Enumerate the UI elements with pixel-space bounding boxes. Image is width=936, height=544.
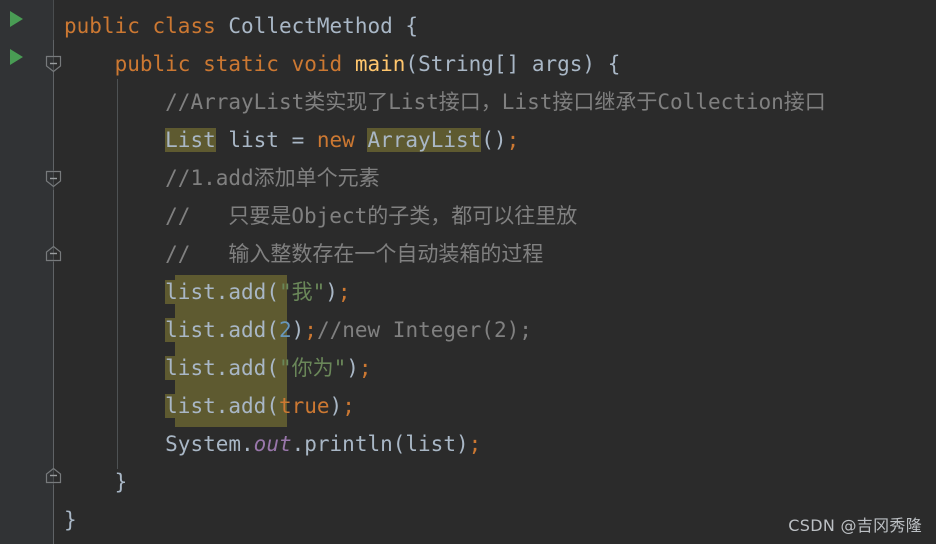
code-token: ): [329, 394, 343, 418]
code-line[interactable]: list.add("我");: [0, 273, 936, 311]
code-token: System.: [165, 432, 254, 456]
code-line[interactable]: list.add("你为");: [0, 349, 936, 387]
code-token: "我": [278, 280, 326, 304]
code-line[interactable]: List list = new ArrayList();: [0, 121, 936, 159]
code-line[interactable]: public static void main(String[] args) {: [0, 45, 936, 83]
code-token: ;: [304, 318, 317, 342]
code-token: public: [64, 14, 140, 38]
code-line[interactable]: //1.add添加单个元素: [0, 159, 936, 197]
code-token: out: [253, 432, 292, 456]
code-token: list.add: [165, 394, 267, 418]
code-token: //ArrayList类实现了List接口，List接口继承于Collectio…: [165, 90, 826, 114]
code-line[interactable]: System.out.println(list);: [0, 425, 936, 463]
code-token: true: [278, 394, 330, 418]
code-token: ;: [342, 394, 355, 418]
code-token: (: [266, 280, 279, 304]
code-token: "你为": [278, 356, 347, 380]
code-token: void: [291, 52, 343, 76]
code-token: CollectMethod: [228, 14, 393, 38]
code-content[interactable]: public class CollectMethod { public stat…: [0, 0, 936, 544]
code-token: {: [392, 14, 419, 38]
code-token: }: [64, 470, 128, 494]
code-token: (: [266, 356, 279, 380]
code-token: ;: [506, 128, 520, 152]
code-token: ;: [337, 280, 351, 304]
code-line[interactable]: //ArrayList类实现了List接口，List接口继承于Collectio…: [0, 83, 936, 121]
code-line[interactable]: public class CollectMethod {: [0, 7, 936, 45]
code-token: ArrayList: [367, 128, 482, 152]
code-token: }: [64, 508, 77, 532]
code-token: public: [114, 52, 191, 76]
code-token: new: [316, 128, 355, 152]
code-token: list.add: [165, 356, 267, 380]
code-line[interactable]: // 只要是Object的子类，都可以往里放: [0, 197, 936, 235]
code-token: (: [266, 318, 279, 342]
code-token: list.add: [165, 280, 267, 304]
code-token: // 输入整数存在一个自动装箱的过程: [165, 242, 544, 266]
code-token: (String[] args) {: [405, 52, 621, 76]
code-token: ): [346, 356, 359, 380]
code-token: 2: [278, 318, 292, 342]
code-token: list.add: [165, 318, 267, 342]
code-token: List: [165, 128, 216, 152]
code-token: ;: [468, 432, 482, 456]
code-token: ;: [358, 356, 372, 380]
code-line[interactable]: // 输入整数存在一个自动装箱的过程: [0, 235, 936, 273]
csdn-watermark: CSDN @吉冈秀隆: [788, 516, 922, 535]
code-token: (: [266, 394, 279, 418]
code-token: //new Integer(2);: [316, 318, 532, 342]
code-token: .println(list): [291, 432, 469, 456]
code-token: main: [354, 52, 406, 76]
code-token: list =: [215, 128, 317, 152]
code-token: static: [203, 52, 279, 76]
code-token: (): [481, 128, 507, 152]
code-token: //1.add添加单个元素: [165, 166, 380, 190]
code-token: ): [291, 318, 305, 342]
code-line[interactable]: list.add(true);: [0, 387, 936, 425]
code-line[interactable]: }: [0, 463, 936, 501]
code-token: // 只要是Object的子类，都可以往里放: [165, 204, 578, 228]
code-editor-screenshot: public class CollectMethod { public stat…: [0, 0, 936, 544]
code-token: class: [152, 14, 216, 38]
code-line[interactable]: list.add(2);//new Integer(2);: [0, 311, 936, 349]
code-token: ): [325, 280, 338, 304]
